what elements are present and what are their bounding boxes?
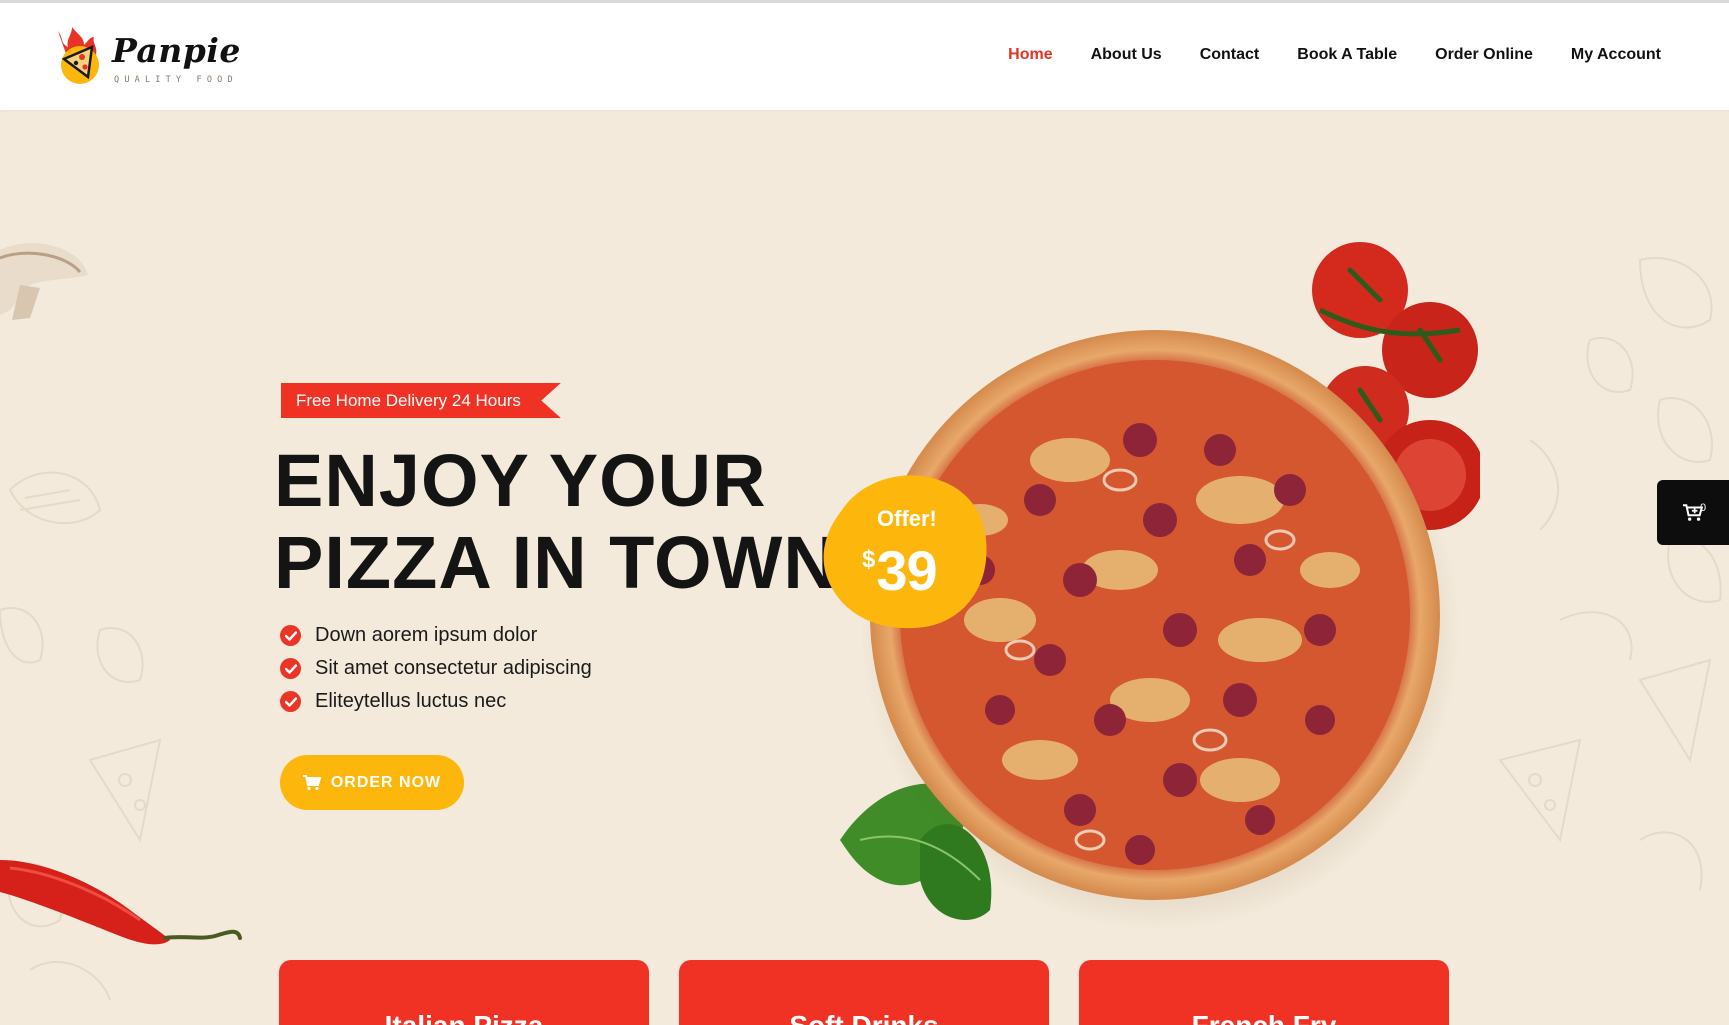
mushroom-decoration	[0, 243, 88, 320]
feature-item: Sit amet consectetur adipiscing	[280, 652, 592, 685]
hero-headline-line2: PIZZA IN TOWN!	[274, 521, 864, 604]
site-header: Panpie QUALITY FOOD Home About Us Contac…	[0, 0, 1729, 110]
brand-logo[interactable]: Panpie QUALITY FOOD	[50, 23, 240, 91]
nav-item-home[interactable]: Home	[1008, 46, 1052, 64]
hero-headline: ENJOY YOUR PIZZA IN TOWN!	[274, 440, 864, 604]
category-card-title: Italian Pizza	[385, 1012, 544, 1025]
feature-text: Eliteytellus luctus nec	[315, 690, 507, 712]
doodle-pattern-right	[1498, 257, 1722, 891]
chili-pepper-decoration	[0, 860, 242, 945]
offer-label: Offer!	[877, 506, 937, 531]
hero-section: Free Home Delivery 24 Hours ENJOY YOUR P…	[0, 110, 1729, 1025]
nav-item-book-a-table[interactable]: Book A Table	[1297, 46, 1397, 64]
order-now-label: ORDER NOW	[330, 773, 442, 791]
offer-badge: Offer! $39	[822, 470, 988, 630]
offer-currency: $	[862, 546, 875, 573]
feature-text: Sit amet consectetur adipiscing	[315, 657, 592, 679]
nav-item-my-account[interactable]: My Account	[1571, 46, 1661, 64]
check-circle-icon	[280, 625, 301, 646]
category-card-soft-drinks[interactable]: Soft Drinks	[679, 960, 1049, 1025]
feature-text: Down aorem ipsum dolor	[315, 624, 538, 646]
category-card-title: Soft Drinks	[789, 1012, 938, 1025]
brand-name: Panpie	[112, 31, 241, 70]
nav-item-contact[interactable]: Contact	[1200, 46, 1260, 64]
offer-price: $39	[862, 538, 938, 603]
order-now-button[interactable]: ORDER NOW	[280, 755, 464, 810]
feature-item: Eliteytellus luctus nec	[280, 685, 592, 718]
delivery-badge: Free Home Delivery 24 Hours	[281, 383, 561, 418]
brand-tagline: QUALITY FOOD	[114, 75, 238, 85]
check-circle-icon	[280, 658, 301, 679]
cart-icon	[302, 774, 321, 790]
floating-cart-button[interactable]: 0	[1657, 480, 1729, 545]
hero-headline-line1: ENJOY YOUR	[274, 439, 767, 522]
category-card-french-fry[interactable]: French Fry	[1079, 960, 1449, 1025]
cart-count: 0	[1700, 502, 1707, 514]
feature-list: Down aorem ipsum dolor Sit amet consecte…	[280, 619, 592, 718]
offer-amount: 39	[876, 539, 937, 602]
category-cards: Italian Pizza Soft Drinks French Fry	[279, 960, 1449, 1025]
nav-item-about-us[interactable]: About Us	[1091, 46, 1162, 64]
category-card-title: French Fry	[1192, 1012, 1337, 1025]
category-card-italian-pizza[interactable]: Italian Pizza	[279, 960, 649, 1025]
check-circle-icon	[280, 691, 301, 712]
main-nav: Home About Us Contact Book A Table Order…	[1008, 46, 1661, 64]
flame-pizza-logo-icon	[58, 27, 99, 84]
feature-item: Down aorem ipsum dolor	[280, 619, 592, 652]
nav-item-order-online[interactable]: Order Online	[1435, 46, 1533, 64]
